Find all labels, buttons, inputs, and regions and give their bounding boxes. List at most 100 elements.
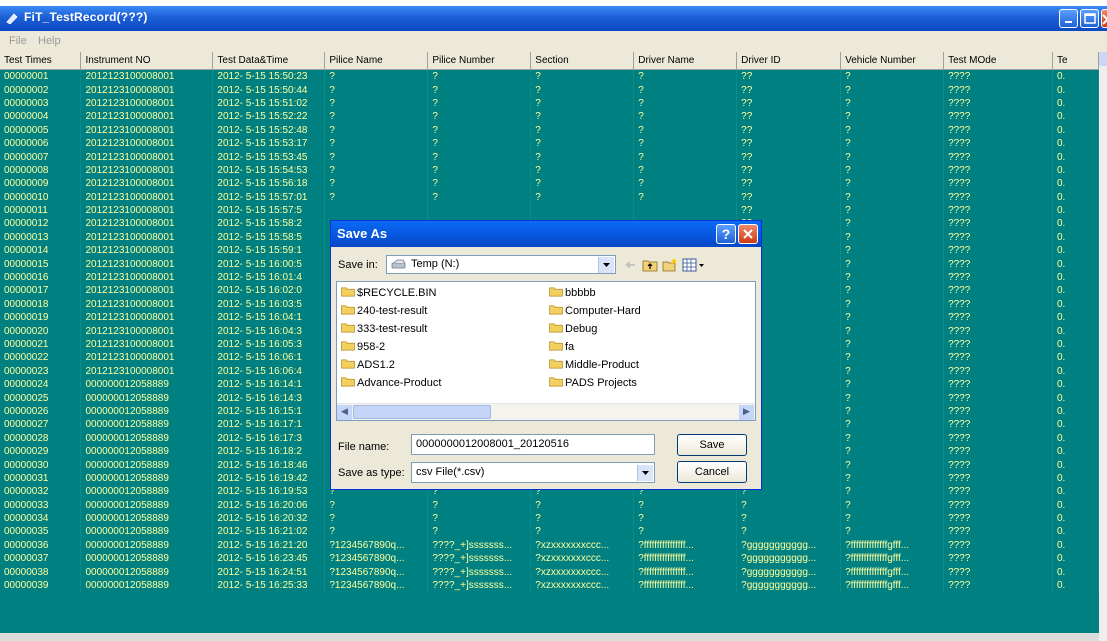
table-cell[interactable]: 000000012058889	[80, 565, 214, 579]
table-cell[interactable]: ?	[633, 150, 738, 164]
column-header[interactable]: Driver Name	[633, 52, 738, 70]
table-cell[interactable]: 2012- 5-15 15:52:22	[212, 110, 326, 124]
table-cell[interactable]: ?	[840, 163, 945, 178]
view-menu-icon[interactable]	[682, 257, 706, 273]
table-cell[interactable]: ?	[530, 511, 635, 526]
table-cell[interactable]: 2012- 5-15 16:17:1	[212, 418, 326, 432]
table-cell[interactable]: 2012- 5-15 16:19:42	[212, 471, 326, 486]
table-cell[interactable]: 2012123100008001	[80, 244, 214, 258]
table-cell[interactable]: 0.	[1052, 83, 1099, 97]
table-cell[interactable]: ?	[530, 150, 635, 164]
table-cell[interactable]: 2012123100008001	[80, 364, 214, 378]
up-folder-icon[interactable]	[642, 257, 658, 273]
file-name-input[interactable]: 0000000012008001_20120516	[411, 434, 655, 455]
column-header[interactable]: Pilice Name	[324, 52, 429, 70]
table-cell[interactable]: ?	[530, 498, 635, 512]
table-cell[interactable]: 00000025	[0, 391, 82, 405]
dialog-close-button[interactable]	[738, 224, 758, 244]
table-cell[interactable]: ?	[736, 498, 842, 512]
chevron-down-icon[interactable]	[637, 465, 653, 481]
table-cell[interactable]: 00000024	[0, 377, 82, 392]
table-cell[interactable]: ?1234567890q...	[324, 552, 429, 566]
table-cell[interactable]: 00000005	[0, 123, 82, 137]
table-cell[interactable]: 00000038	[0, 565, 82, 579]
table-row[interactable]: 00000010 2012123100008001 2012- 5-15 15:57…	[0, 190, 1099, 204]
table-cell[interactable]: ?ffffffffffffffgfff...	[840, 565, 945, 579]
table-cell[interactable]: 2012- 5-15 16:23:45	[212, 552, 326, 566]
table-cell[interactable]: 00000016	[0, 270, 82, 285]
table-cell[interactable]: 2012123100008001	[80, 203, 214, 218]
table-cell[interactable]: 2012- 5-15 16:17:3	[212, 431, 326, 445]
table-cell[interactable]: 0.	[1052, 230, 1099, 245]
table-cell[interactable]: 000000012058889	[80, 538, 214, 553]
list-item[interactable]: 240-test-result	[340, 304, 427, 317]
table-cell[interactable]: 0.	[1052, 458, 1099, 472]
table-cell[interactable]: 2012123100008001	[80, 297, 214, 312]
table-cell[interactable]: ????	[943, 525, 1053, 539]
table-cell[interactable]: ?	[840, 525, 945, 539]
table-cell[interactable]: 00000001	[0, 69, 82, 84]
table-cell[interactable]: ?ffffffffffffffgfff...	[840, 538, 945, 553]
table-cell[interactable]: 2012123100008001	[80, 284, 214, 298]
table-cell[interactable]: 00000012	[0, 217, 82, 231]
table-cell[interactable]: 2012- 5-15 15:51:02	[212, 96, 326, 111]
table-cell[interactable]: 2012- 5-15 16:05:3	[212, 337, 326, 352]
table-cell[interactable]	[530, 203, 635, 218]
table-cell[interactable]: 2012- 5-15 16:24:51	[212, 565, 326, 579]
table-cell[interactable]: ?	[530, 525, 635, 539]
table-cell[interactable]: 00000010	[0, 190, 82, 204]
table-cell[interactable]: ????_+]sssssss...	[427, 552, 532, 566]
table-cell[interactable]: ????	[943, 190, 1053, 204]
table-cell[interactable]: 2012- 5-15 15:59:1	[212, 244, 326, 258]
table-cell[interactable]: 000000012058889	[80, 377, 214, 392]
list-item[interactable]: PADS Projects	[548, 376, 637, 389]
table-cell[interactable]: ?	[840, 136, 945, 151]
table-cell[interactable]: ?	[530, 83, 635, 97]
table-cell[interactable]: 0.	[1052, 69, 1099, 84]
table-cell[interactable]: ?	[530, 136, 635, 151]
save-button[interactable]: Save	[677, 434, 747, 456]
column-header[interactable]: Vehicle Number	[840, 52, 945, 70]
table-cell[interactable]: ?	[840, 96, 945, 111]
table-cell[interactable]: 00000033	[0, 498, 82, 512]
table-cell[interactable]: ????	[943, 578, 1053, 593]
table-cell[interactable]: ?	[840, 337, 945, 352]
table-cell[interactable]: ??	[736, 96, 842, 111]
table-cell[interactable]: ?	[324, 123, 429, 137]
table-cell[interactable]: ?	[530, 110, 635, 124]
table-cell[interactable]: 2012123100008001	[80, 163, 214, 178]
chevron-down-icon[interactable]	[598, 257, 614, 273]
table-cell[interactable]: 2012123100008001	[80, 110, 214, 124]
table-cell[interactable]: ?	[840, 150, 945, 164]
table-cell[interactable]: ?	[324, 96, 429, 111]
table-cell[interactable]: ?	[840, 511, 945, 526]
table-cell[interactable]: ?1234567890q...	[324, 565, 429, 579]
table-cell[interactable]: ?	[324, 110, 429, 124]
list-item[interactable]: Advance-Product	[340, 376, 441, 389]
table-cell[interactable]: ?	[427, 525, 532, 539]
table-cell[interactable]: 00000029	[0, 444, 82, 459]
list-item[interactable]: bbbbb	[548, 286, 596, 299]
table-cell[interactable]: ?	[633, 83, 738, 97]
table-cell[interactable]: 00000022	[0, 351, 82, 365]
table-cell[interactable]: 2012- 5-15 16:14:1	[212, 377, 326, 392]
table-cell[interactable]: 000000012058889	[80, 404, 214, 419]
table-row[interactable]: 00000033 000000012058889 2012- 5-15 16:20:…	[0, 498, 1099, 512]
table-cell[interactable]: ??	[736, 110, 842, 124]
table-cell[interactable]: ????	[943, 150, 1053, 164]
table-cell[interactable]: 00000017	[0, 284, 82, 298]
table-cell[interactable]: ?	[633, 525, 738, 539]
table-cell[interactable]: 00000028	[0, 431, 82, 445]
table-cell[interactable]: ????	[943, 217, 1053, 231]
table-cell[interactable]: 00000003	[0, 96, 82, 111]
table-cell[interactable]: ?	[840, 217, 945, 231]
table-cell[interactable]: ?	[840, 351, 945, 365]
table-cell[interactable]: ?xzxxxxxxxccc...	[530, 538, 635, 553]
table-cell[interactable]: 0.	[1052, 297, 1099, 312]
table-cell[interactable]: ?	[840, 485, 945, 499]
table-cell[interactable]: ?	[840, 284, 945, 298]
table-cell[interactable]: 2012- 5-15 16:00:5	[212, 257, 326, 271]
table-cell[interactable]: 2012- 5-15 15:58:5	[212, 230, 326, 245]
table-cell[interactable]: ?	[840, 190, 945, 204]
table-cell[interactable]: 00000007	[0, 150, 82, 164]
